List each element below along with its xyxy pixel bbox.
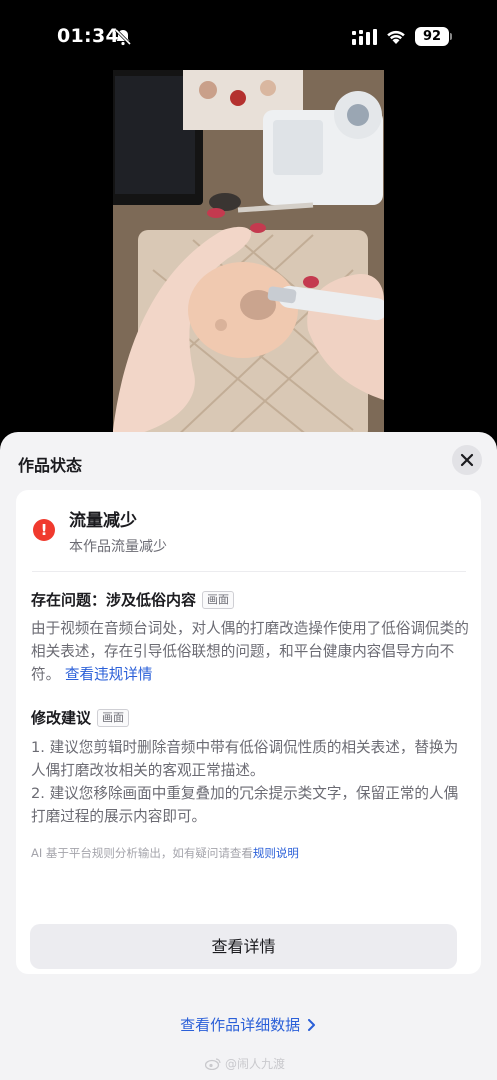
advice-item-1: 1. 建议您剪辑时删除音频中带有低俗调侃性质的相关表述，替换为人偶打磨改妆相关的…: [31, 739, 459, 779]
advice-description: 1. 建议您剪辑时删除音频中带有低俗调侃性质的相关表述，替换为人偶打磨改妆相关的…: [31, 736, 471, 828]
status-subtitle: 本作品流量减少: [69, 539, 167, 555]
battery-icon: 92: [415, 27, 449, 46]
advice-label: 修改建议: [31, 709, 92, 727]
wifi-icon: [387, 30, 405, 44]
watermark: @闹人九渡: [205, 1055, 285, 1072]
issue-label: 存在问题：涉及低俗内容: [31, 591, 197, 609]
video-thumbnail[interactable]: [113, 70, 384, 440]
issue-tag: 画面: [202, 590, 235, 609]
more-data-label: 查看作品详细数据: [180, 1016, 301, 1034]
view-detailed-data-link[interactable]: 查看作品详细数据: [0, 1014, 497, 1035]
status-bar: 01:34 92: [0, 0, 497, 70]
status-time: 01:34: [57, 25, 119, 47]
issue-description: 由于视频在音频台词处，对人偶的打磨改造操作使用了低俗调侃类的相关表述，存在引导低…: [31, 617, 471, 686]
view-details-button[interactable]: 查看详情: [30, 924, 457, 969]
status-title: 流量减少: [69, 511, 137, 531]
work-status-sheet: 作品状态 ! 流量减少 本作品流量减少 存在问题：涉及低俗内容 画面 由于视频在…: [0, 432, 497, 1080]
bell-off-icon: [114, 28, 132, 46]
issue-header: 存在问题：涉及低俗内容 画面: [31, 589, 235, 610]
close-icon: [460, 453, 474, 467]
watermark-text: @闹人九渡: [225, 1057, 286, 1071]
advice-header: 修改建议 画面: [31, 707, 130, 728]
ai-footnote: AI 基于平台规则分析输出，如有疑问请查看规则说明: [31, 845, 299, 861]
chevron-right-icon: [307, 1019, 315, 1031]
close-button[interactable]: [452, 445, 482, 475]
battery-tip: [450, 33, 452, 40]
view-violation-details-link[interactable]: 查看违规详情: [65, 666, 153, 683]
footnote-text: AI 基于平台规则分析输出，如有疑问请查看: [31, 846, 253, 860]
divider: [32, 571, 466, 572]
video-scene: [113, 70, 384, 440]
advice-item-2: 2. 建议您移除画面中重复叠加的冗余提示类文字，保留正常的人偶打磨过程的展示内容…: [31, 785, 459, 825]
weibo-logo-icon: [205, 1057, 221, 1070]
sheet-title: 作品状态: [18, 456, 83, 475]
alert-icon: !: [33, 519, 55, 541]
rules-explanation-link[interactable]: 规则说明: [253, 846, 299, 860]
status-card: ! 流量减少 本作品流量减少 存在问题：涉及低俗内容 画面 由于视频在音频台词处…: [16, 490, 481, 974]
advice-tag: 画面: [97, 708, 130, 727]
video-preview[interactable]: [0, 70, 497, 440]
cellular-signal-icon: [352, 29, 377, 45]
